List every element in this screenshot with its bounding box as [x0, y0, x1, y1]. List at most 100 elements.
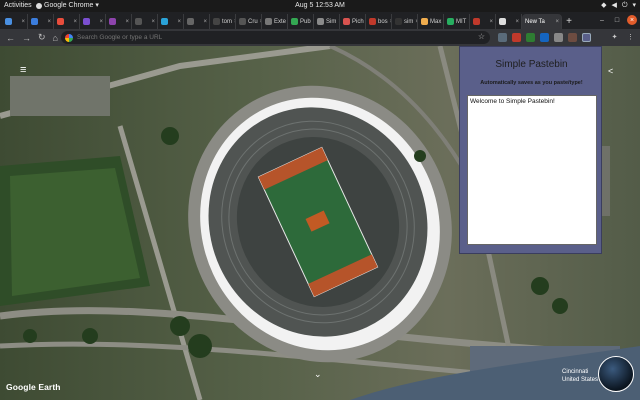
browser-tab[interactable]: ×: [158, 14, 184, 29]
popup-title: Simple Pastebin: [495, 59, 568, 70]
tab-close-icon[interactable]: ×: [47, 19, 51, 25]
tab-favicon-icon: [57, 18, 64, 25]
tab-close-icon[interactable]: ×: [555, 19, 559, 25]
tab-favicon-icon: [83, 18, 90, 25]
tab-label: New Ta: [525, 18, 545, 25]
tab-label: Max: [430, 18, 442, 25]
system-top-bar: Activities Google Chrome ▾ Aug 5 12:53 A…: [0, 0, 640, 12]
tab-close-icon[interactable]: ×: [21, 19, 25, 25]
address-input[interactable]: [77, 34, 457, 41]
puzzle-icon[interactable]: ✦: [610, 33, 619, 42]
browser-tab[interactable]: ×: [184, 14, 210, 29]
tab-favicon-icon: [187, 18, 194, 25]
extension-icon[interactable]: [568, 33, 577, 42]
city-name: Cincinnati: [562, 369, 589, 375]
active-tab[interactable]: New Ta ×: [522, 14, 562, 29]
reload-button[interactable]: ↻: [38, 32, 46, 43]
globe-button[interactable]: [598, 356, 634, 392]
browser-tab[interactable]: Sim×: [314, 14, 340, 29]
extension-icon[interactable]: [540, 33, 549, 42]
tab-label: Cru: [248, 18, 258, 25]
tab-favicon-icon: [5, 18, 12, 25]
minimize-button[interactable]: –: [597, 15, 607, 25]
tab-label: sim: [404, 18, 414, 25]
volume-icon: ◀: [611, 2, 617, 9]
browser-tab[interactable]: ×: [2, 14, 28, 29]
browser-tab[interactable]: Cru×: [236, 14, 262, 29]
tab-close-icon[interactable]: ×: [125, 19, 129, 25]
clock[interactable]: Aug 5 12:53 AM: [0, 0, 640, 12]
tab-label: Pub: [300, 18, 311, 25]
more-menu-icon[interactable]: ⋮: [626, 33, 635, 42]
new-tab-button[interactable]: +: [562, 14, 576, 29]
browser-tab[interactable]: ×: [80, 14, 106, 29]
menu-icon[interactable]: ≡: [20, 65, 30, 76]
forward-button[interactable]: →: [22, 33, 31, 43]
tab-label: Sim: [326, 18, 337, 25]
extension-icon[interactable]: [526, 33, 535, 42]
browser-tab[interactable]: Pub×: [288, 14, 314, 29]
tab-label: MIT: [456, 18, 467, 25]
tab-label: Exte: [274, 18, 287, 25]
extension-icon[interactable]: [512, 33, 521, 42]
browser-tab[interactable]: ×: [132, 14, 158, 29]
browser-tab[interactable]: ×: [470, 14, 496, 29]
power-icon: ⏻: [621, 2, 628, 9]
extension-icon[interactable]: [498, 33, 507, 42]
tab-favicon-icon: [395, 18, 402, 25]
browser-tab[interactable]: sim×: [392, 14, 418, 29]
tab-favicon-icon: [213, 18, 220, 25]
browser-tab[interactable]: Exte×: [262, 14, 288, 29]
tab-favicon-icon: [343, 18, 350, 25]
close-button[interactable]: ×: [627, 15, 637, 25]
browser-tab[interactable]: Pich×: [340, 14, 366, 29]
tab-label: tom: [222, 18, 233, 25]
share-icon[interactable]: <: [608, 66, 613, 76]
home-button[interactable]: ⌂: [53, 33, 58, 43]
pastebin-popup: Simple Pastebin Automatically saves as y…: [459, 46, 602, 254]
back-button[interactable]: ←: [6, 33, 15, 43]
tab-favicon-icon: [239, 18, 246, 25]
address-bar[interactable]: ☆: [61, 31, 490, 44]
window-controls: – □ ×: [597, 15, 637, 25]
tab-close-icon[interactable]: ×: [99, 19, 103, 25]
browser-tab[interactable]: ×: [54, 14, 80, 29]
tab-close-icon[interactable]: ×: [73, 19, 77, 25]
extension-icon[interactable]: [554, 33, 563, 42]
browser-tab[interactable]: MIT×: [444, 14, 470, 29]
tab-favicon-icon: [369, 18, 376, 25]
tab-favicon-icon: [31, 18, 38, 25]
tab-close-icon[interactable]: ×: [489, 19, 493, 25]
tab-favicon-icon: [291, 18, 298, 25]
tab-close-icon[interactable]: ×: [177, 19, 181, 25]
bookmark-star-icon[interactable]: ☆: [478, 32, 485, 41]
maximize-button[interactable]: □: [612, 15, 622, 25]
chevron-down-icon[interactable]: ⌄: [314, 369, 322, 380]
browser-tab[interactable]: ×: [106, 14, 132, 29]
paste-textarea[interactable]: Welcome to Simple Pastebin!: [467, 95, 597, 245]
browser-tab[interactable]: ×: [496, 14, 522, 29]
tab-close-icon[interactable]: ×: [515, 19, 519, 25]
google-icon: [65, 33, 73, 42]
tab-favicon-icon: [109, 18, 116, 25]
tab-favicon-icon: [473, 18, 480, 25]
browser-tab[interactable]: tom×: [210, 14, 236, 29]
tab-favicon-icon: [447, 18, 454, 25]
system-tray[interactable]: ◆ ◀ ⏻ ▾: [601, 0, 636, 12]
tab-strip: ××××××××tom×Cru×Exte×Pub×Sim×Pich×bos×si…: [0, 12, 640, 29]
browser-tab[interactable]: ×: [28, 14, 54, 29]
google-earth-logo: Google Earth: [6, 382, 61, 392]
tab-favicon-icon: [421, 18, 428, 25]
tab-favicon-icon: [135, 18, 142, 25]
browser-tab[interactable]: bos×: [366, 14, 392, 29]
tab-favicon-icon: [499, 18, 506, 25]
chevron-down-icon: ▾: [632, 2, 636, 9]
browser-tab[interactable]: Max×: [418, 14, 444, 29]
location-label: Cincinnati United States: [562, 368, 598, 384]
tab-close-icon[interactable]: ×: [151, 19, 155, 25]
pastebin-extension-icon[interactable]: [582, 33, 591, 42]
popup-subtitle: Automatically saves as you paste/type!: [480, 80, 583, 86]
tab-label: bos: [378, 18, 388, 25]
tab-label: Pich: [352, 18, 364, 25]
tab-close-icon[interactable]: ×: [203, 19, 207, 25]
